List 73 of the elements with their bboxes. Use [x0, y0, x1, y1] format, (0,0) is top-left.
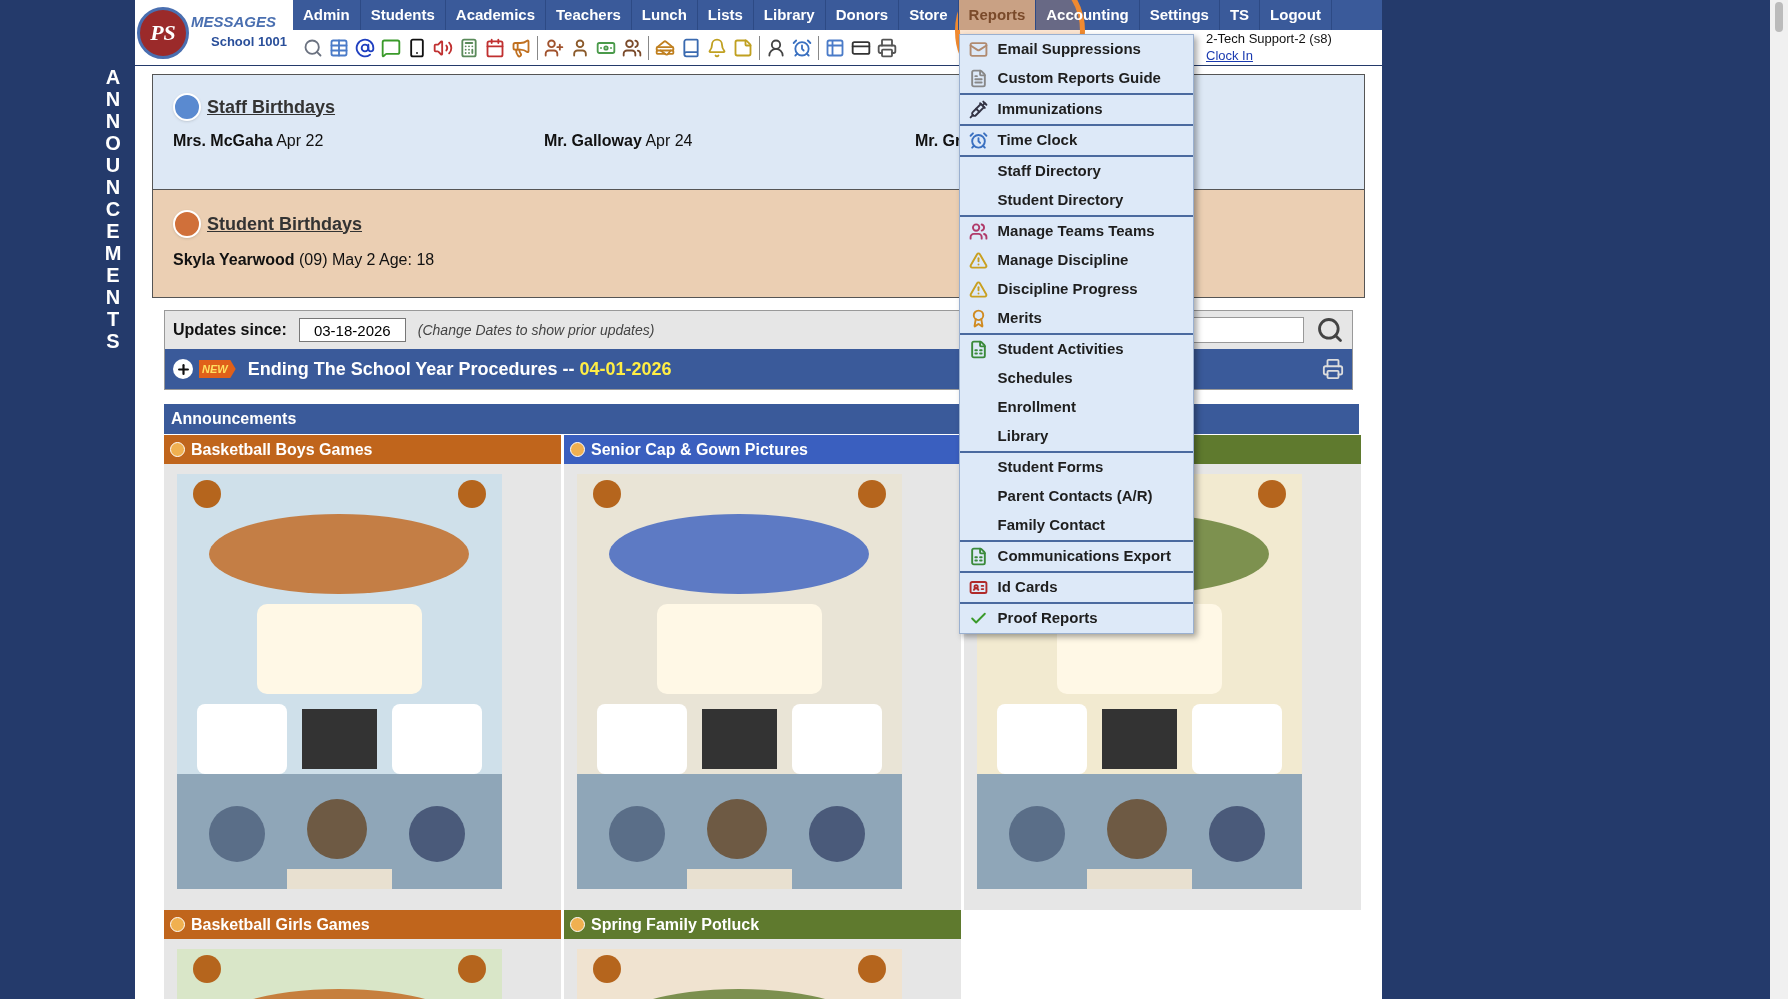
user-name: 2-Tech Support-2 (s8) [1206, 31, 1332, 48]
menu-item[interactable]: Custom Reports Guide [959, 64, 1193, 93]
menu-item-label: Id Cards [997, 577, 1058, 598]
menu-item-label: Student Forms [997, 457, 1104, 478]
menu-item[interactable]: Staff Directory [959, 157, 1193, 186]
nav-tab[interactable]: Lists [697, 0, 754, 30]
nav-tab[interactable]: Settings [1139, 0, 1220, 30]
card-title: Spring Family Potluck [591, 914, 760, 935]
nav-tab[interactable]: Logout [1260, 0, 1332, 30]
updates-hint: (Change Dates to show prior updates) [417, 320, 655, 340]
menu-item[interactable]: Proof Reports [959, 604, 1193, 633]
menu-item-label: Manage Teams Teams [997, 221, 1155, 242]
nav-tab[interactable]: Teachers [546, 0, 632, 30]
menu-item-label: Schedules [997, 368, 1073, 389]
birthday-entry: Skyla Yearwood (09) May 2 Age: 18 [173, 250, 435, 270]
menu-item[interactable]: Id Cards [959, 573, 1193, 602]
menu-item-label: Proof Reports [997, 608, 1098, 629]
menu-item[interactable]: Discipline Progress [959, 275, 1193, 304]
logo-title: MESSAGES [191, 13, 277, 33]
menu-item[interactable]: Merits [959, 304, 1193, 333]
card-header[interactable]: Basketball Girls Games [164, 910, 561, 939]
menu-item[interactable]: Immunizations [959, 95, 1193, 124]
menu-item[interactable]: Email Suppressions [959, 35, 1193, 64]
menu-item[interactable]: Manage Discipline [959, 246, 1193, 275]
menu-item[interactable]: Family Contact [959, 511, 1193, 540]
birthday-entry: Mr. Gr [915, 131, 962, 151]
menu-item-label: Staff Directory [997, 161, 1101, 182]
nav-tab[interactable]: Library [753, 0, 826, 30]
birthday-entry: Mrs. McGaha Apr 22 [173, 131, 324, 151]
menu-item-label: Parent Contacts (A/R) [997, 486, 1153, 507]
menu-item[interactable]: Parent Contacts (A/R) [959, 482, 1193, 511]
card-header[interactable]: Spring Family Potluck [564, 910, 961, 939]
menu-item[interactable]: Student Activities [959, 335, 1193, 364]
card-title: Senior Cap & Gown Pictures [591, 439, 808, 460]
nav-tab[interactable]: Academics [445, 0, 547, 30]
section-title[interactable]: Student Birthdays [207, 210, 362, 238]
card-header[interactable]: Senior Cap & Gown Pictures [564, 435, 961, 464]
menu-item[interactable]: Communications Export [959, 542, 1193, 571]
nav-tab[interactable]: Lunch [631, 0, 698, 30]
card-title: Basketball Boys Games [191, 439, 373, 460]
menu-item[interactable]: Manage Teams Teams [959, 217, 1193, 246]
clock-in-link[interactable]: Clock In [1206, 47, 1253, 64]
menu-item-label: Discipline Progress [997, 279, 1138, 300]
updates-label: Updates since: [173, 320, 287, 340]
school-name: School 1001 [210, 33, 287, 52]
menu-item-label: Communications Export [997, 546, 1171, 567]
menu-item-label: Immunizations [997, 99, 1103, 120]
menu-item-label: Manage Discipline [997, 250, 1129, 271]
menu-item[interactable]: Student Forms [959, 453, 1193, 482]
menu-item-label: Student Directory [997, 190, 1124, 211]
card-title: Basketball Girls Games [191, 914, 370, 935]
announcements-label: ANNOUNCEMENTS [103, 66, 123, 354]
date-field[interactable]: 03-18-2026 [298, 318, 406, 342]
nav-tab[interactable]: Students [360, 0, 446, 30]
card-header[interactable]: Basketball Boys Games [164, 435, 561, 464]
menu-item-label: Time Clock [997, 130, 1078, 151]
menu-item[interactable]: Time Clock [959, 126, 1193, 155]
menu-item-label: Custom Reports Guide [997, 68, 1161, 89]
nav-tab[interactable]: Store [899, 0, 959, 30]
menu-item[interactable]: Student Directory [959, 186, 1193, 215]
menu-item-label: Merits [997, 308, 1042, 329]
news-title[interactable]: Ending The School Year Procedures -- 04-01-2026 [247, 355, 672, 383]
menu-item-label: Family Contact [997, 515, 1106, 536]
nav-tab[interactable]: Donors [825, 0, 900, 30]
birthday-entry: Mr. Galloway Apr 24 [544, 131, 693, 151]
nav-tab[interactable]: TS [1219, 0, 1261, 30]
section-title[interactable]: Staff Birthdays [207, 93, 336, 121]
nav-tab[interactable]: Admin [293, 0, 361, 30]
logo-badge: PS [137, 6, 189, 59]
new-badge: NEW [199, 359, 236, 379]
menu-item-label: Email Suppressions [997, 39, 1141, 60]
menu-item-label: Student Activities [997, 339, 1124, 360]
menu-item[interactable]: Schedules [959, 364, 1193, 393]
